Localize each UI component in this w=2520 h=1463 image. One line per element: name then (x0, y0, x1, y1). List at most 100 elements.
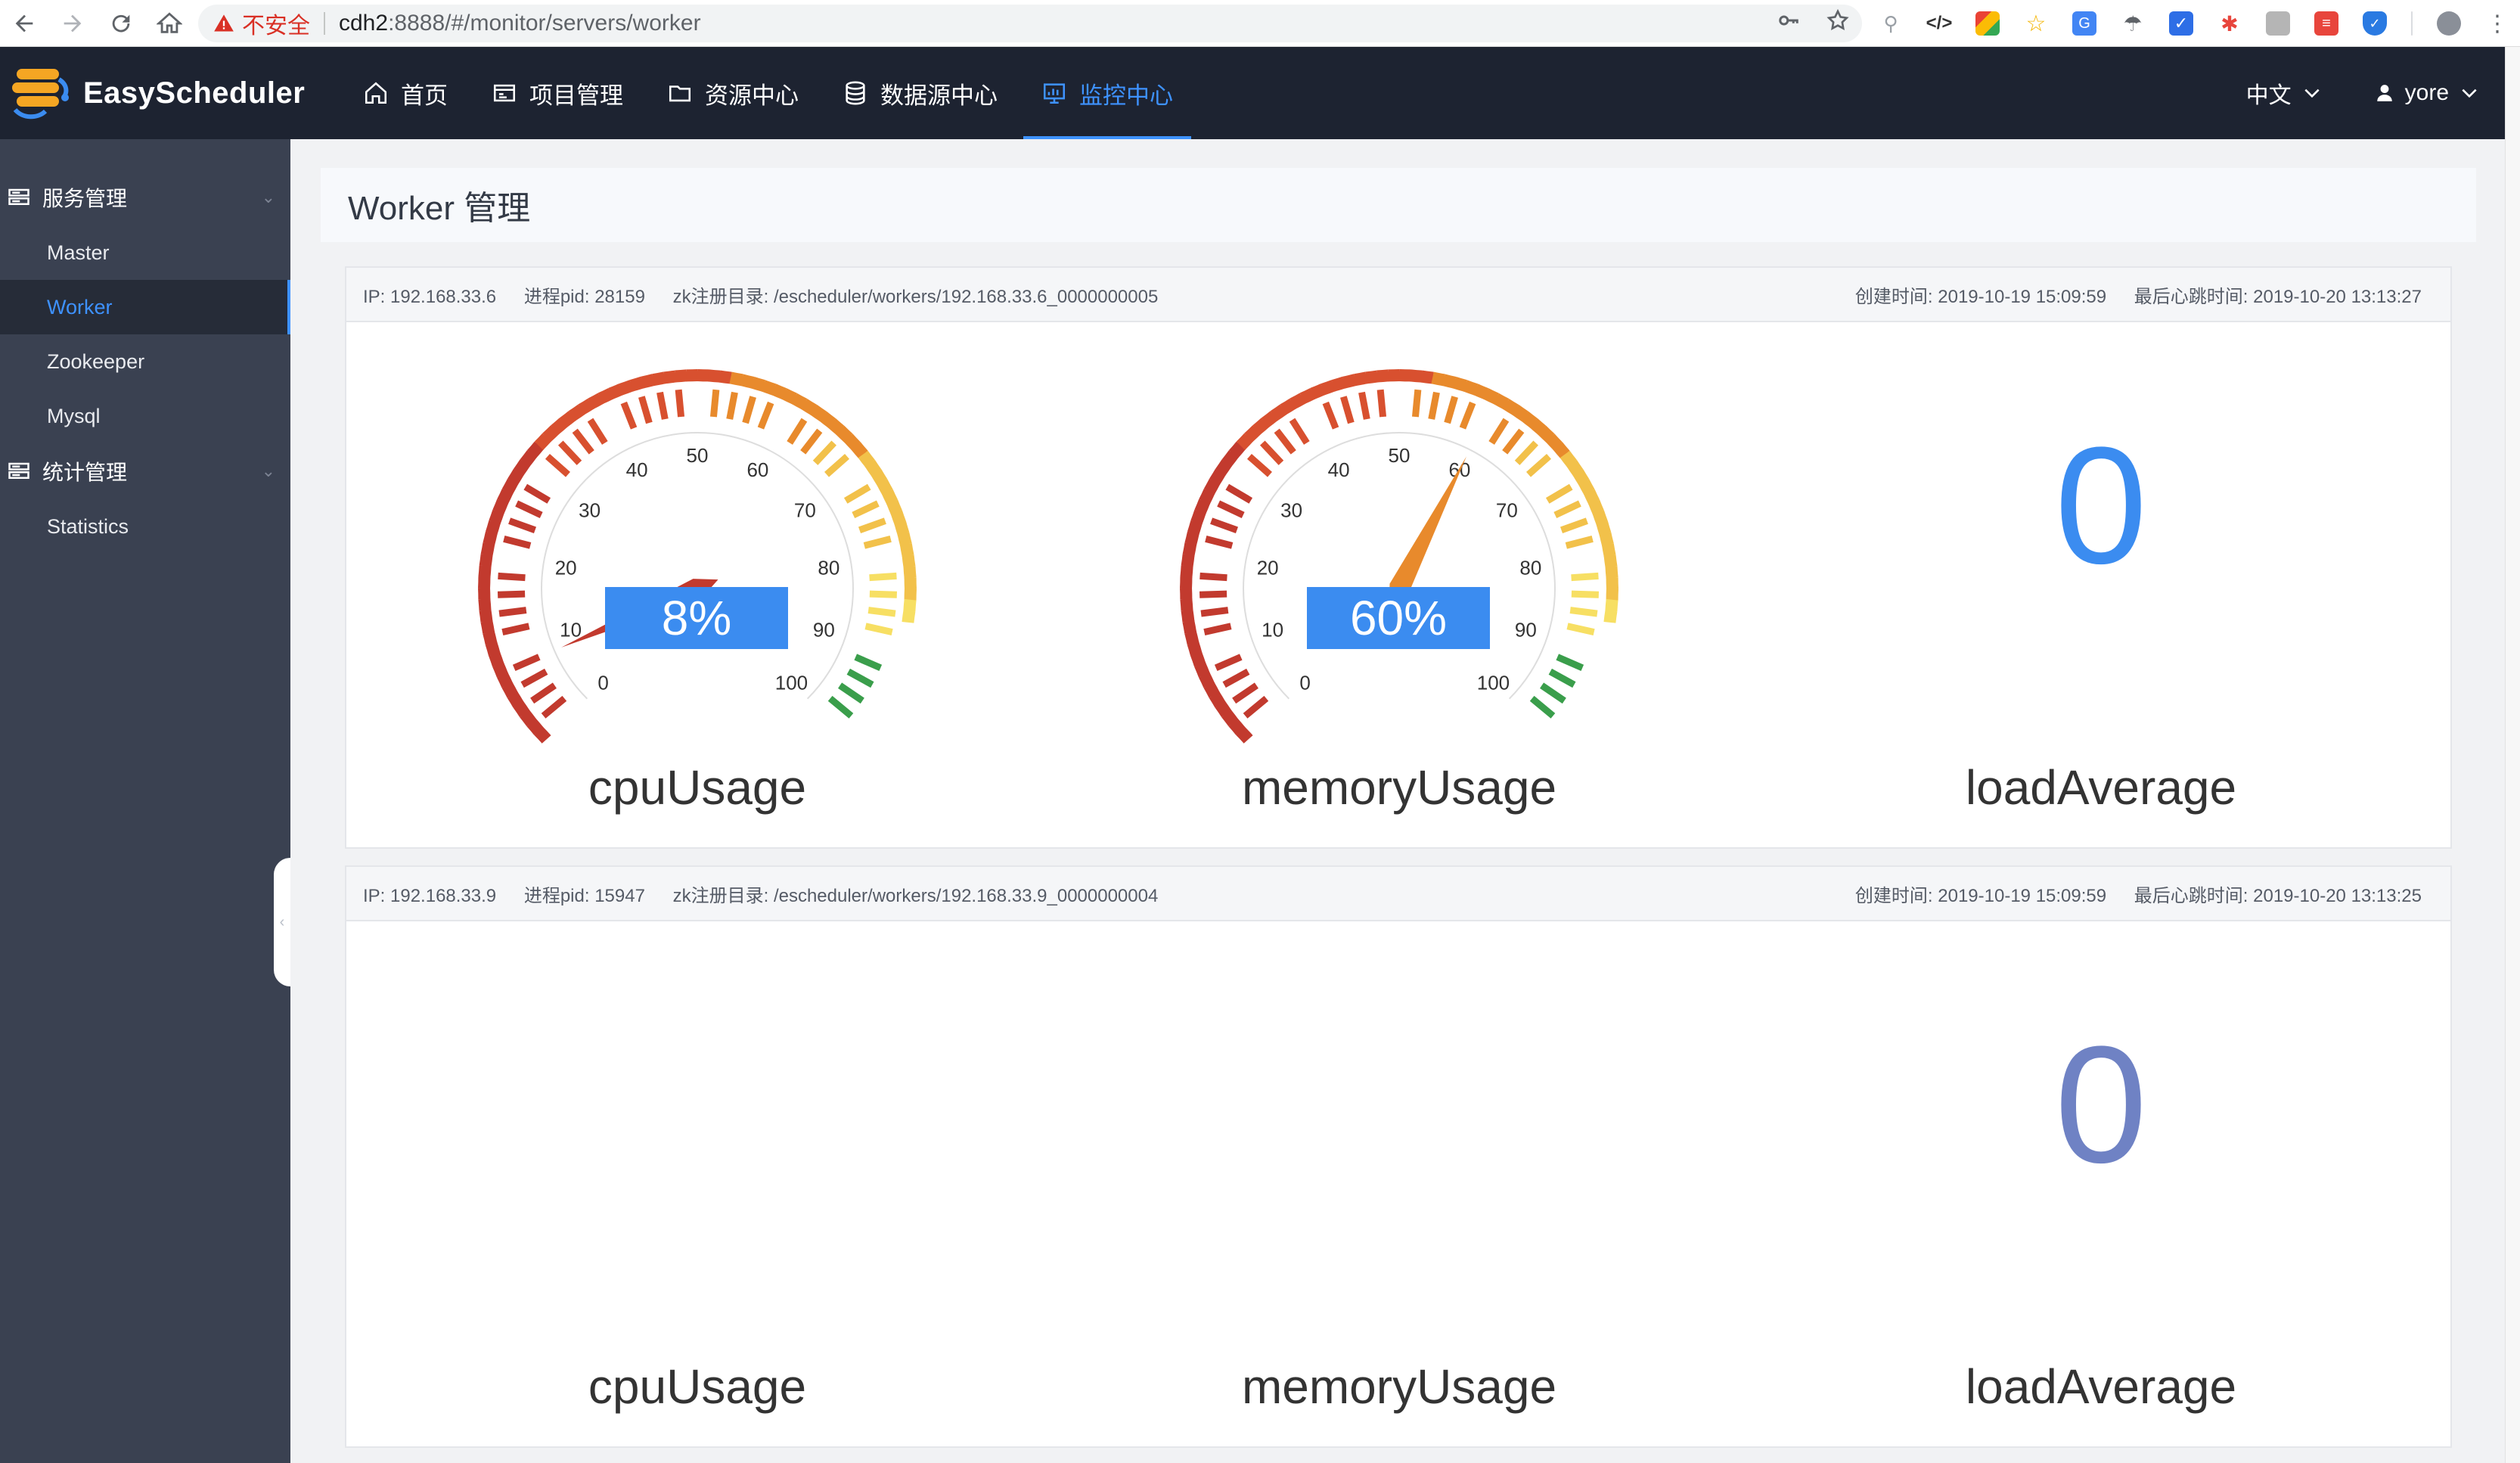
nav-projects[interactable]: 项目管理 (473, 47, 641, 139)
gauge-tick (541, 695, 567, 719)
sidebar-item-zookeeper[interactable]: Zookeeper (0, 334, 290, 389)
key-icon[interactable] (1777, 9, 1800, 38)
sidebar-item-statistics[interactable]: Statistics (0, 499, 290, 554)
cpu-usage-label: cpuUsage (588, 760, 807, 815)
sidebar-group-label: 服务管理 (42, 187, 128, 210)
sidebar-group-service[interactable]: 服务管理 ⌄ (0, 169, 290, 225)
gauge-tick (1528, 470, 1562, 495)
gauge-tick (1540, 682, 1566, 704)
gauge-tick (1526, 454, 1552, 477)
gauge-outer-arc (1354, 371, 1368, 387)
gauge-tick (858, 517, 886, 534)
shield-extension-icon[interactable]: ✓ (2363, 11, 2387, 36)
sidebar-item-worker[interactable]: Worker (0, 280, 290, 334)
gauge-tick (498, 572, 526, 582)
gauge-scale-label: 60 (746, 458, 768, 481)
gauge-tick (530, 682, 557, 704)
sitemap-extension-icon[interactable]: ⚲ (1879, 11, 1903, 36)
gauge-outer-arc (1299, 387, 1316, 405)
list-extension-icon[interactable]: ≡ (2314, 11, 2338, 36)
gauge-tick (1565, 535, 1594, 549)
gauge-outer-arc (1538, 425, 1555, 443)
gauge-outer-arc (497, 489, 514, 505)
gauge-scale-label: 0 (1299, 671, 1310, 694)
gauge-outer-arc (1180, 598, 1193, 611)
check-extension-icon[interactable]: ✓ (2169, 11, 2193, 36)
gauge-tick (1529, 695, 1556, 719)
gauge-outer-arc (903, 598, 917, 612)
gauge-tick (1340, 396, 1355, 424)
gauge-tick (1545, 483, 1573, 504)
reload-button[interactable] (97, 0, 145, 47)
user-dropdown[interactable]: yore (2375, 80, 2479, 106)
gauge-tick (523, 483, 551, 504)
bookmark-star-icon[interactable] (1826, 8, 1850, 39)
gauge-tick (1237, 470, 1270, 495)
gauge-tick (769, 409, 790, 446)
language-dropdown[interactable]: 中文 (2246, 76, 2322, 110)
gauge-tick (1488, 418, 1510, 445)
gauge-outer-arc (597, 387, 614, 405)
address-bar[interactable]: 不安全 cdh2:8888/#/monitor/servers/worker (198, 5, 1862, 42)
gauge-outer-arc (1198, 672, 1215, 688)
gauge-outer-arc (1601, 543, 1616, 558)
cpu-usage-label: cpuUsage (588, 1359, 807, 1414)
sidebar-item-master[interactable]: Master (0, 225, 290, 280)
sidebar-item-mysql[interactable]: Mysql (0, 389, 290, 443)
star-extension-icon[interactable]: ☆ (2024, 11, 2048, 36)
gauge-outer-arc (1209, 691, 1226, 708)
back-button[interactable] (0, 0, 48, 47)
nav-monitor[interactable]: 监控中心 (1023, 47, 1191, 139)
gauge-outer-arc (1184, 630, 1199, 645)
gauge-tick (869, 572, 897, 582)
nav-home[interactable]: 首页 (345, 47, 466, 139)
gauge-outer-arc (791, 393, 808, 410)
gauge-tick (1209, 637, 1246, 652)
gauge-outer-arc (1203, 478, 1221, 495)
gauge-dial: 0102030405060708090100 (1180, 369, 1618, 744)
kebab-menu-icon[interactable]: ⋮ (2485, 11, 2509, 36)
security-warning[interactable]: 不安全 (213, 7, 310, 40)
gauge-outer-arc (1331, 376, 1347, 392)
gauge-outer-arc (761, 380, 777, 396)
app-logo[interactable]: EasyScheduler (9, 63, 305, 123)
nav-datasources[interactable]: 数据源中心 (824, 47, 1016, 139)
gauge-outer-arc (485, 641, 501, 657)
gauge-outer-arc (800, 399, 818, 415)
sidebar-group-statistics[interactable]: 统计管理 ⌄ (0, 443, 290, 499)
gauge-tick (800, 428, 823, 455)
server-icon (8, 188, 29, 205)
gauge-scale-label: 20 (1257, 556, 1279, 579)
home-button[interactable] (145, 0, 194, 47)
chevron-down-icon: ⌄ (261, 461, 275, 480)
cpu-usage-value: 8% (605, 587, 788, 649)
gauge-outer-arc (1221, 450, 1239, 467)
load-average-label: loadAverage (1965, 760, 2237, 815)
color-extension-icon[interactable] (1975, 11, 2000, 36)
asterisk-extension-icon[interactable]: ✱ (2217, 11, 2242, 36)
page-scrollbar[interactable] (2505, 47, 2520, 1463)
gauge-tick (508, 517, 537, 534)
gauge-outer-arc (1452, 376, 1467, 392)
translate-extension-icon[interactable]: G (2072, 11, 2096, 36)
memory-usage-label: memoryUsage (1241, 1359, 1557, 1414)
gauge-outer-arc (526, 718, 544, 735)
gauge-outer-arc (485, 520, 501, 536)
umbrella-extension-icon[interactable]: ☂ (2121, 11, 2145, 36)
profile-avatar-icon[interactable] (2437, 11, 2461, 36)
gauge-tick (1210, 517, 1239, 534)
nav-resources[interactable]: 资源中心 (649, 47, 817, 139)
memory-usage-metric: memoryUsage (1048, 921, 1750, 1448)
sidebar-collapse-handle[interactable]: ‹ (274, 858, 290, 986)
home-icon (365, 82, 387, 104)
gauge-tick (545, 454, 570, 477)
arrow-left-icon (15, 14, 33, 32)
chevron-down-icon (2462, 89, 2477, 98)
gauge-scale-label: 20 (555, 556, 577, 579)
gauge-outer-arc (1187, 520, 1203, 536)
forward-button[interactable] (48, 0, 97, 47)
gauge-tick (1205, 535, 1234, 549)
briefcase-extension-icon[interactable] (2266, 11, 2290, 36)
gauge-scale-label: 50 (1389, 444, 1411, 467)
code-extension-icon[interactable]: </> (1926, 11, 1953, 36)
